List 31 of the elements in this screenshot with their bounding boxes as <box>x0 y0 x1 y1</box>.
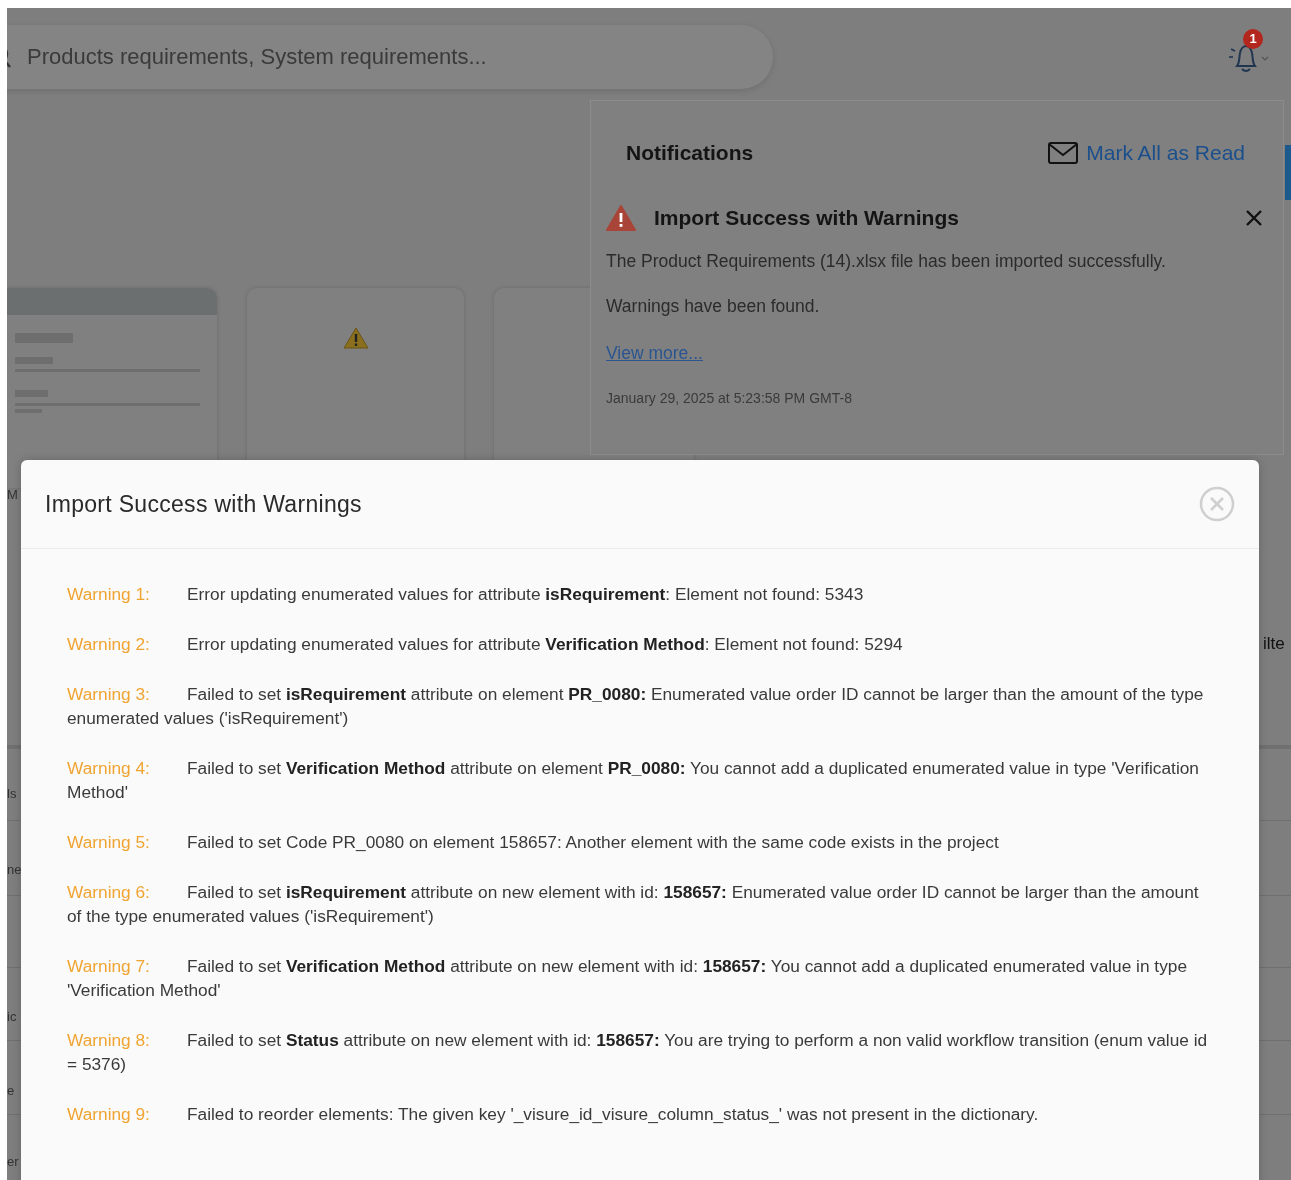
warning-text: Warning 8: Failed to set Status attribute on new element with id: 158657: You are trying to perform a non valid workflow transition (enum value id = 5376) <box>67 1029 1209 1076</box>
notification-detail: Warnings have been found. <box>606 296 821 317</box>
warning-text: Warning 3: Failed to set isRequirement attribute on element PR_0080: Enumerated value order ID cannot be larger than the amount of the type enumerated values ('isRequirement') <box>67 683 1205 730</box>
view-more-link[interactable]: View more... <box>606 343 703 364</box>
close-icon[interactable] <box>1245 209 1263 227</box>
text-fragment: ic <box>7 1009 17 1024</box>
warning-text: Warning 9: Failed to reorder elements: The given key '_visure_id_visure_column_status_' was not present in the dictionary. <box>67 1103 1040 1126</box>
text-fragment: ne <box>7 862 22 877</box>
text-fragment: e <box>7 1083 15 1098</box>
warning-text: Warning 5: Failed to set Code PR_0080 on element 158657: Another element with the same code exists in the project <box>67 831 1000 854</box>
warning-text: Warning 2: Error updating enumerated values for attribute Verification Method: Element not found: 5294 <box>67 633 904 656</box>
panel-title: Notifications <box>626 141 754 165</box>
notification-time: January 29, 2025 at 5:23:58 PM GMT-8 <box>606 390 853 406</box>
mark-all-read-button[interactable]: Mark All as Read <box>1048 141 1245 165</box>
text-fragment: er <box>7 1154 19 1169</box>
warning-text: Warning 7: Failed to set Verification Method attribute on new element with id: 158657: You cannot add a duplicated enumerated value in type 'Verification Method' <box>67 955 1189 1002</box>
search-field[interactable]: Products requirements, System requirements... <box>7 24 773 89</box>
text-fragment: M <box>7 487 18 502</box>
warning-icon <box>342 327 369 349</box>
warning-icon <box>606 205 636 231</box>
warning-text: Warning 4: Failed to set Verification Method attribute on element PR_0080: You cannot add a duplicated enumerated value in type 'Verification Method' <box>67 757 1200 804</box>
warning-text: Warning 1: Error updating enumerated values for attribute isRequirement: Element not found: 5343 <box>67 583 865 606</box>
notification-title: Import Success with Warnings <box>654 206 960 230</box>
notification-badge: 1 <box>1243 28 1263 49</box>
notification-message: The Product Requirements (14).xlsx file has been imported successfully. <box>606 251 1167 272</box>
warning-text: Warning 6: Failed to set isRequirement attribute on new element with id: 158657: Enumerated value order ID cannot be larger than the amount of the type enumerated values ('isRequirement') <box>67 881 1200 928</box>
dialog-title: Import Success with Warnings <box>45 490 362 518</box>
envelope-icon <box>1048 142 1079 164</box>
search-input[interactable]: Products requirements, System requirements... <box>25 42 669 71</box>
text-fragment: ilte <box>1263 634 1285 654</box>
text-fragment: ls <box>7 786 17 801</box>
